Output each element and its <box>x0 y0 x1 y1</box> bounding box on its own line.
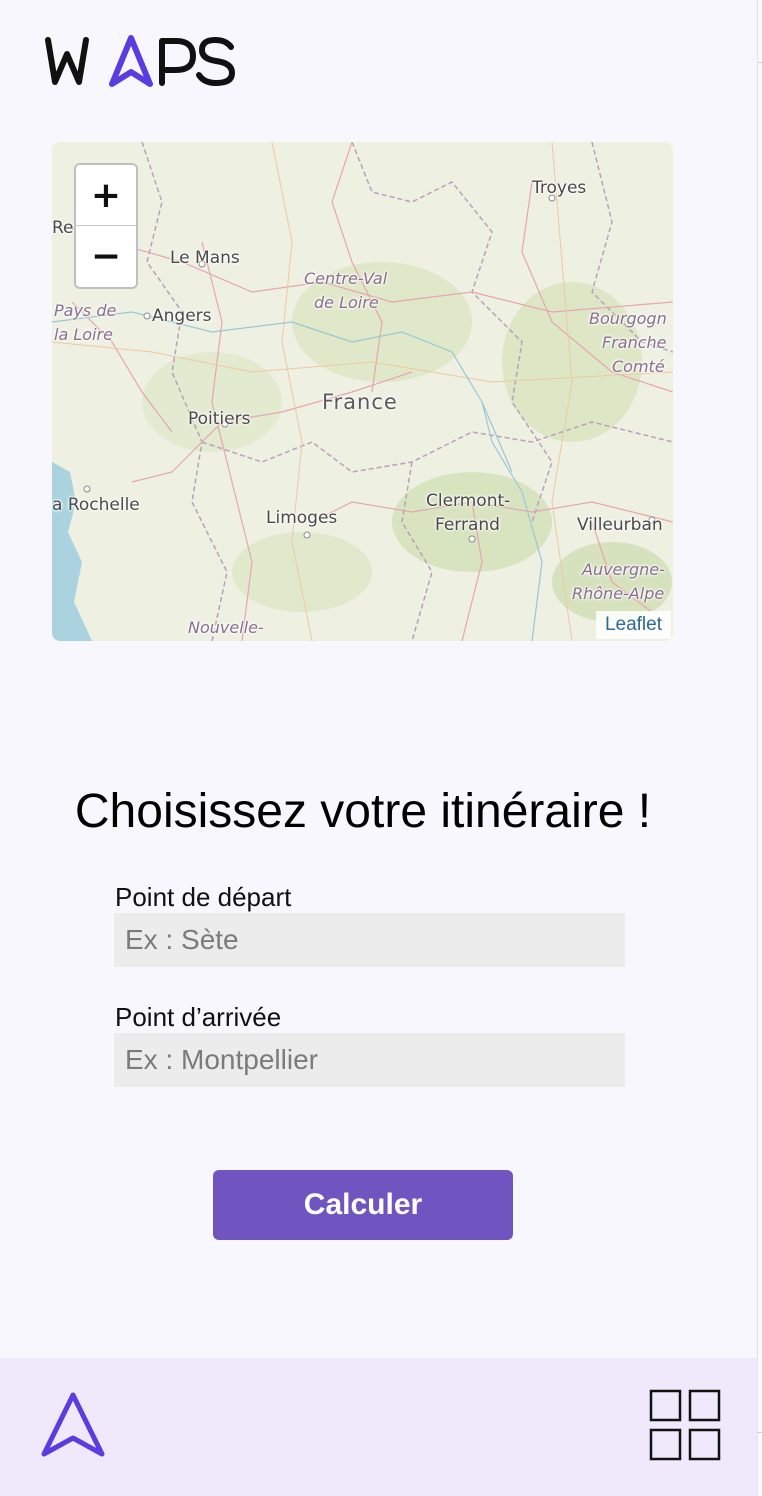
map-label-rennes: Re <box>52 218 74 238</box>
map-label-poitiers: Poitiers <box>188 409 251 429</box>
app-window: Troyes Re Le Mans Angers Poitiers a Roch… <box>0 0 758 1496</box>
map-label-region-centre-2: de Loire <box>314 293 379 312</box>
map-label-limoges: Limoges <box>266 508 338 528</box>
grid-menu-icon[interactable] <box>648 1388 722 1462</box>
map-label-region-pdl-2: la Loire <box>54 325 113 344</box>
map-label-france: France <box>322 390 398 414</box>
map-label-region-bfc-3: Comté <box>612 357 665 376</box>
map-label-troyes: Troyes <box>532 178 587 198</box>
departure-label: Point de départ <box>115 882 292 912</box>
arrival-input[interactable] <box>114 1033 625 1087</box>
navigation-arrow-icon[interactable] <box>38 1390 108 1460</box>
zoom-control: + − <box>74 163 138 289</box>
map-label-region-na: Nouvelle- <box>188 618 264 637</box>
map-label-clermont-2: Ferrand <box>435 515 500 535</box>
map-label-clermont-1: Clermont- <box>426 491 511 511</box>
bottom-nav <box>0 1358 757 1496</box>
departure-input[interactable] <box>114 913 625 967</box>
map-label-region-ara-2: Rhône-Alpe <box>572 584 665 603</box>
map-label-la-rochelle: a Rochelle <box>52 495 140 515</box>
calculate-button[interactable]: Calculer <box>213 1170 513 1240</box>
map-label-region-bfc-1: Bourgogn <box>589 309 667 328</box>
zoom-in-button[interactable]: + <box>76 165 136 226</box>
waps-logo <box>45 35 236 87</box>
leaflet-attribution-link[interactable]: Leaflet <box>595 611 671 639</box>
map-label-region-bfc-2: Franche <box>602 333 667 352</box>
route-map[interactable]: Troyes Re Le Mans Angers Poitiers a Roch… <box>52 142 673 641</box>
window-edge <box>758 0 762 1496</box>
map-label-region-pdl-1: Pays de <box>54 301 117 320</box>
arrival-label: Point d’arrivée <box>115 1002 282 1032</box>
map-label-villeurbanne: Villeurban <box>577 515 663 535</box>
map-label-angers: Angers <box>152 306 212 326</box>
map-label-region-ara-1: Auvergne- <box>582 560 665 579</box>
map-label-le-mans: Le Mans <box>170 248 240 268</box>
page-title: Choisissez votre itinéraire ! <box>74 785 652 838</box>
zoom-out-button[interactable]: − <box>76 226 136 286</box>
map-label-region-centre-1: Centre-Val <box>304 269 388 288</box>
